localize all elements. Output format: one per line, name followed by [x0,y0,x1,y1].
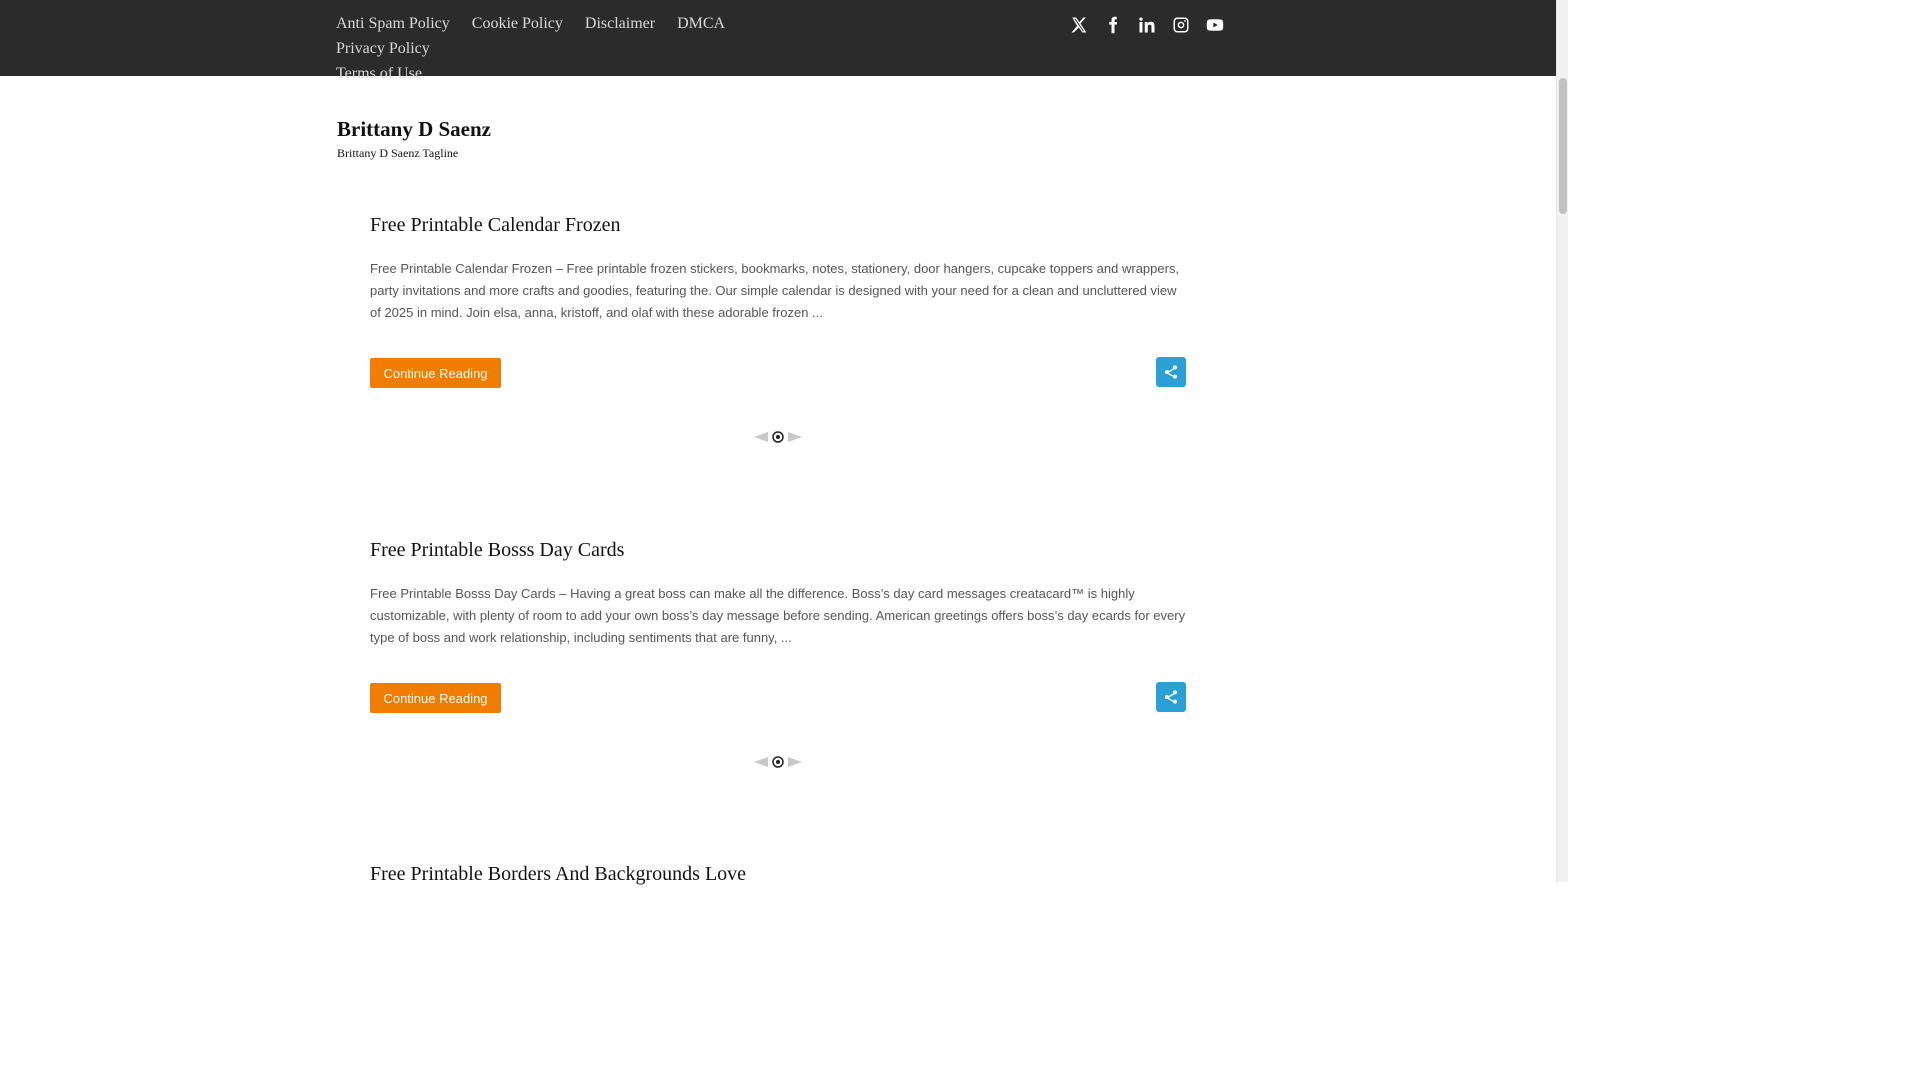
share-button[interactable] [1156,357,1186,387]
share-icon [1165,690,1177,704]
share-button[interactable] [1156,682,1186,712]
share-icon [1165,365,1177,379]
nav-link-dmca[interactable]: DMCA [677,11,725,36]
nav-link-privacy-policy[interactable]: Privacy Policy [336,36,430,61]
post-title[interactable]: Free Printable Borders And Backgrounds L… [370,861,1186,887]
post-card: Free Printable Bosss Day Cards Free Prin… [370,537,1186,713]
facebook-icon[interactable] [1102,14,1124,36]
post-divider-ornament [754,756,802,768]
site-tagline: Brittany D Saenz Tagline [337,146,459,160]
nav-link-terms-of-use[interactable]: Terms of Use [336,61,422,86]
continue-reading-button[interactable]: Continue Reading [370,683,501,713]
nav-link-disclaimer[interactable]: Disclaimer [585,11,655,36]
post-card: Free Printable Calendar Frozen Free Prin… [370,212,1186,388]
page-scrollbar[interactable] [1556,0,1568,882]
post-card: Free Printable Borders And Backgrounds L… [370,861,1186,887]
post-excerpt: Free Printable Bosss Day Cards – Having … [370,586,1186,645]
nav-link-anti-spam-policy[interactable]: Anti Spam Policy [336,11,450,36]
nav-link-cookie-policy[interactable]: Cookie Policy [472,11,563,36]
youtube-icon[interactable] [1204,14,1226,36]
instagram-icon[interactable] [1170,14,1192,36]
top-navigation: Anti Spam Policy Cookie Policy Disclaimer D… [336,11,856,86]
post-excerpt: Free Printable Calendar Frozen – Free pr… [370,261,1180,320]
site-title[interactable]: Brittany D Saenz [337,117,491,142]
scrollbar-thumb[interactable] [1559,78,1567,214]
post-title[interactable]: Free Printable Calendar Frozen [370,212,1186,238]
post-title[interactable]: Free Printable Bosss Day Cards [370,537,1186,563]
top-bar: Anti Spam Policy Cookie Policy Disclaimer D… [0,0,1556,82]
post-divider-ornament [754,431,802,443]
linkedin-icon[interactable] [1136,14,1158,36]
continue-reading-button[interactable]: Continue Reading [370,358,501,388]
x-twitter-icon[interactable] [1068,14,1090,36]
social-links [1068,14,1226,36]
